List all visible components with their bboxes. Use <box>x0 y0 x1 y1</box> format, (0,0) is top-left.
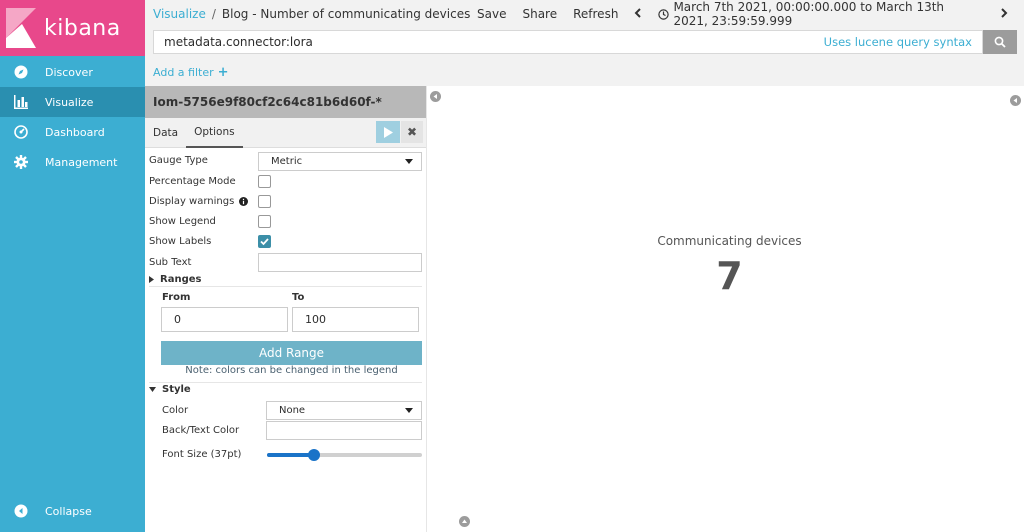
collapse-arrow-icon <box>14 504 28 518</box>
collapse-button[interactable]: Collapse <box>0 496 145 526</box>
back-text-color-input[interactable] <box>266 421 422 440</box>
vis-editor-sidebar: Iom-5756e9f80cf2c64c81b6d60f-* Data Opti… <box>145 86 427 532</box>
caret-down-icon <box>405 408 413 413</box>
gauge-type-value: Metric <box>271 156 303 167</box>
caret-right-icon <box>149 276 154 283</box>
add-filter-button[interactable]: Add a filter + <box>153 65 229 80</box>
gauge-type-label: Gauge Type <box>149 155 208 166</box>
info-icon[interactable] <box>239 197 249 206</box>
font-size-slider[interactable] <box>267 449 422 461</box>
color-value: None <box>279 405 306 416</box>
query-bar: metadata.connector:lora Uses lucene quer… <box>145 28 1024 58</box>
show-labels-checkbox[interactable] <box>258 235 271 248</box>
divider <box>149 286 422 287</box>
style-title: Style <box>162 384 191 395</box>
add-filter-label: Add a filter <box>153 65 214 79</box>
app-name: kibana <box>44 15 121 41</box>
time-range-text: March 7th 2021, 00:00:00.000 to March 13… <box>673 0 945 28</box>
gauge-type-select[interactable]: Metric <box>258 152 422 171</box>
ranges-title: Ranges <box>160 274 202 285</box>
query-text: metadata.connector:lora <box>164 35 313 49</box>
breadcrumb-visualize-link[interactable]: Visualize <box>153 7 206 21</box>
tab-data[interactable]: Data <box>145 118 186 148</box>
refresh-button[interactable]: Refresh <box>573 7 618 21</box>
sub-text-input[interactable] <box>258 253 422 272</box>
gear-icon <box>14 155 28 169</box>
add-range-button[interactable]: Add Range <box>161 341 422 365</box>
editor-tabs: Data Options ✖ <box>145 118 426 148</box>
index-pattern-title: Iom-5756e9f80cf2c64c81b6d60f-* <box>145 86 426 118</box>
bar-chart-icon <box>14 95 28 109</box>
filter-bar: Add a filter + <box>145 58 1024 86</box>
to-label: To <box>292 292 305 303</box>
tab-options[interactable]: Options <box>186 118 243 148</box>
expand-up-icon[interactable] <box>459 516 470 527</box>
sidebar-item-label: Visualize <box>45 95 94 109</box>
save-button[interactable]: Save <box>477 7 506 21</box>
time-forward-chevron-icon[interactable] <box>1000 7 1008 21</box>
sidebar-item-discover[interactable]: Discover <box>0 57 145 87</box>
time-picker[interactable]: March 7th 2021, 00:00:00.000 to March 13… <box>658 0 986 28</box>
range-from-input[interactable]: 0 <box>161 307 288 332</box>
slider-fill <box>267 453 314 457</box>
sidebar-item-visualize[interactable]: Visualize <box>0 87 145 117</box>
sidebar-item-management[interactable]: Management <box>0 147 145 177</box>
sidebar: kibana Discover Visualize Dashboard Mana… <box>0 0 145 532</box>
breadcrumb-separator: / <box>211 7 216 21</box>
search-input[interactable]: metadata.connector:lora Uses lucene quer… <box>153 30 983 54</box>
checkmark-icon <box>260 238 269 246</box>
apply-changes-button[interactable] <box>376 121 400 143</box>
clock-icon <box>658 8 670 20</box>
kibana-logo[interactable]: kibana <box>0 0 145 56</box>
display-warnings-label: Display warnings <box>149 196 235 207</box>
top-nav-actions: Save Share Refresh March 7th 2021, 00:00… <box>477 0 1024 28</box>
compass-icon <box>14 65 28 79</box>
share-button[interactable]: Share <box>522 7 557 21</box>
divider <box>149 382 422 383</box>
metric-label: Communicating devices <box>657 234 802 248</box>
color-label: Color <box>162 405 189 416</box>
search-button[interactable] <box>983 30 1017 54</box>
show-legend-label: Show Legend <box>149 216 216 227</box>
metric-value: 7 <box>716 254 743 298</box>
display-warnings-row: Display warnings <box>149 196 249 207</box>
time-back-chevron-icon[interactable] <box>634 7 642 21</box>
collapse-label: Collapse <box>45 504 92 518</box>
close-icon: ✖ <box>406 125 418 139</box>
page-title: Blog - Number of communicating devices <box>221 7 471 21</box>
display-warnings-checkbox[interactable] <box>258 195 271 208</box>
percentage-mode-label: Percentage Mode <box>149 176 236 187</box>
caret-down-icon <box>149 387 156 392</box>
visualization-panel: Communicating devices 7 <box>427 86 1024 532</box>
sidebar-item-label: Dashboard <box>45 125 105 139</box>
style-section-toggle[interactable]: Style <box>149 384 191 395</box>
search-icon <box>994 36 1006 48</box>
font-size-label: Font Size (37pt) <box>162 449 242 460</box>
from-label: From <box>162 292 191 303</box>
sidebar-item-dashboard[interactable]: Dashboard <box>0 117 145 147</box>
range-to-input[interactable]: 100 <box>292 307 419 332</box>
slider-thumb[interactable] <box>307 449 320 461</box>
dashboard-icon <box>14 125 28 139</box>
sub-text-label: Sub Text <box>149 257 192 268</box>
top-nav-bar: Visualize / Blog - Number of communicati… <box>145 0 1024 28</box>
collapse-right-icon[interactable] <box>1010 95 1021 106</box>
plus-icon: + <box>217 64 229 80</box>
discard-changes-button[interactable]: ✖ <box>401 121 423 143</box>
caret-down-icon <box>405 159 413 164</box>
color-select[interactable]: None <box>266 401 422 420</box>
legend-color-note: Note: colors can be changed in the legen… <box>185 365 398 376</box>
show-labels-label: Show Labels <box>149 236 212 247</box>
play-icon <box>383 126 393 138</box>
percentage-mode-checkbox[interactable] <box>258 175 271 188</box>
collapse-editor-icon[interactable] <box>430 91 441 102</box>
ranges-section-toggle[interactable]: Ranges <box>149 274 201 285</box>
sidebar-item-label: Management <box>45 155 118 169</box>
show-legend-checkbox[interactable] <box>258 215 271 228</box>
lucene-syntax-link[interactable]: Uses lucene query syntax <box>824 35 972 49</box>
back-text-color-label: Back/Text Color <box>162 425 240 436</box>
kibana-logo-icon <box>6 8 38 48</box>
sidebar-item-label: Discover <box>45 65 93 79</box>
